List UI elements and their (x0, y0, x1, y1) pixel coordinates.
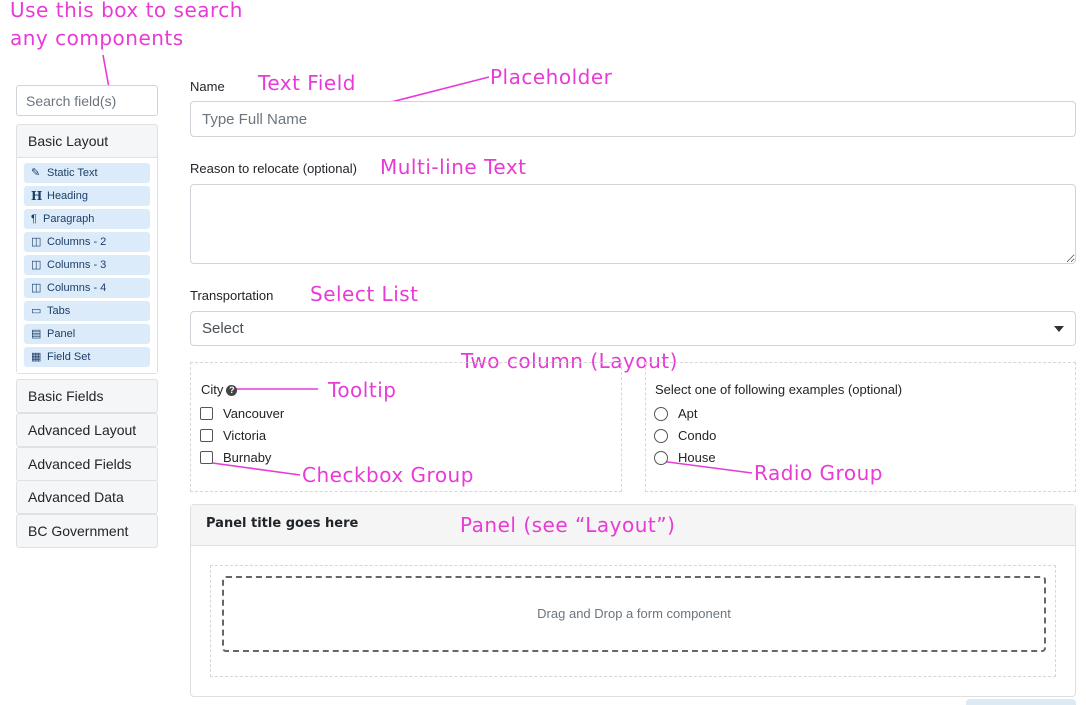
component-columns-3[interactable]: ◫ Columns - 3 (24, 255, 150, 275)
radio-label: Apt (678, 406, 698, 421)
transportation-label: Transportation (190, 288, 274, 303)
checkbox-box[interactable] (200, 451, 213, 464)
radio-apt[interactable]: Apt (654, 406, 698, 421)
bc-government-header[interactable]: BC Government (17, 515, 157, 547)
sidebar-group-advanced-layout[interactable]: Advanced Layout (16, 413, 158, 447)
component-tabs[interactable]: ▭ Tabs (24, 301, 150, 321)
reason-label: Reason to relocate (optional) (190, 161, 357, 176)
checkbox-box[interactable] (200, 429, 213, 442)
radio-condo[interactable]: Condo (654, 428, 716, 443)
component-label: Heading (47, 190, 88, 202)
reason-textarea[interactable] (190, 184, 1076, 264)
component-panel[interactable]: ▤ Panel (24, 324, 150, 344)
checkbox-box[interactable] (200, 407, 213, 420)
sidebar-group-basic-fields[interactable]: Basic Fields (16, 379, 158, 413)
sidebar-group-advanced-data[interactable]: Advanced Data (16, 480, 158, 514)
radio-house[interactable]: House (654, 450, 716, 465)
drop-zone[interactable]: Drag and Drop a form component (222, 576, 1046, 652)
column-left (190, 362, 622, 492)
name-label: Name (190, 79, 225, 94)
component-label: Tabs (47, 305, 71, 317)
transportation-select-value: Select (202, 320, 244, 337)
basic-layout-component-list: ✎ Static Text H Heading ¶ Paragraph ◫ Co… (17, 157, 157, 373)
caret-down-icon (1054, 326, 1064, 332)
grid-icon: ▦ (31, 351, 42, 363)
annotation-search-line1: Use this box to search (10, 0, 243, 22)
name-input[interactable] (190, 101, 1076, 137)
checkbox-vancouver[interactable]: Vancouver (200, 406, 284, 421)
component-label: Field Set (47, 351, 91, 363)
component-columns-4[interactable]: ◫ Columns - 4 (24, 278, 150, 298)
basic-layout-header[interactable]: Basic Layout (17, 125, 157, 157)
sidebar-group-basic-layout: Basic Layout ✎ Static Text H Heading ¶ P… (16, 124, 158, 374)
advanced-data-header[interactable]: Advanced Data (17, 481, 157, 513)
city-label-text: City (201, 382, 224, 397)
component-label: Static Text (47, 167, 98, 179)
radio-circle[interactable] (654, 428, 668, 443)
checkbox-label: Burnaby (223, 450, 272, 465)
radio-circle[interactable] (654, 406, 668, 421)
annotation-select-list: Select List (310, 282, 419, 306)
annotation-panel: Panel (see “Layout”) (460, 513, 676, 537)
checkbox-label: Vancouver (223, 406, 285, 421)
radio-circle[interactable] (654, 450, 668, 465)
checkbox-burnaby[interactable]: Burnaby (200, 450, 271, 465)
question-circle-icon[interactable]: ? (226, 385, 238, 397)
advanced-layout-header[interactable]: Advanced Layout (17, 414, 157, 446)
component-label: Paragraph (43, 213, 95, 225)
transportation-select[interactable]: Select (190, 311, 1076, 346)
panel-drop-area: Drag and Drop a form component (210, 565, 1056, 677)
component-label: Columns - 4 (47, 282, 107, 294)
basic-fields-header[interactable]: Basic Fields (17, 380, 157, 412)
edit-icon: ✎ (31, 167, 41, 179)
annotation-text-field: Text Field (258, 71, 356, 95)
examples-label: Select one of following examples (option… (655, 382, 903, 397)
city-label: City? (201, 382, 238, 397)
panel-icon: ▤ (31, 328, 42, 340)
columns-icon: ◫ (31, 282, 42, 294)
component-columns-2[interactable]: ◫ Columns - 2 (24, 232, 150, 252)
component-label: Columns - 3 (47, 259, 107, 271)
bottom-button-edge[interactable] (966, 699, 1076, 705)
search-input[interactable] (16, 85, 158, 116)
sidebar-group-advanced-fields[interactable]: Advanced Fields (16, 447, 158, 481)
folder-icon: ▭ (31, 305, 42, 317)
radio-label: House (678, 450, 716, 465)
radio-label: Condo (678, 428, 717, 443)
heading-icon: H (31, 189, 43, 203)
component-field-set[interactable]: ▦ Field Set (24, 347, 150, 367)
annotation-placeholder: Placeholder (490, 65, 613, 89)
advanced-fields-header[interactable]: Advanced Fields (17, 448, 157, 480)
paragraph-icon: ¶ (31, 213, 37, 225)
annotation-search-line2: any components (10, 26, 184, 50)
sidebar-group-bc-government[interactable]: BC Government (16, 514, 158, 548)
annotation-multiline: Multi-line Text (380, 155, 527, 179)
component-static-text[interactable]: ✎ Static Text (24, 163, 150, 183)
columns-icon: ◫ (31, 259, 42, 271)
component-paragraph[interactable]: ¶ Paragraph (24, 209, 150, 229)
component-heading[interactable]: H Heading (24, 186, 150, 206)
checkbox-label: Victoria (223, 428, 267, 443)
checkbox-victoria[interactable]: Victoria (200, 428, 266, 443)
component-label: Panel (47, 328, 76, 340)
component-label: Columns - 2 (47, 236, 107, 248)
columns-icon: ◫ (31, 236, 42, 248)
